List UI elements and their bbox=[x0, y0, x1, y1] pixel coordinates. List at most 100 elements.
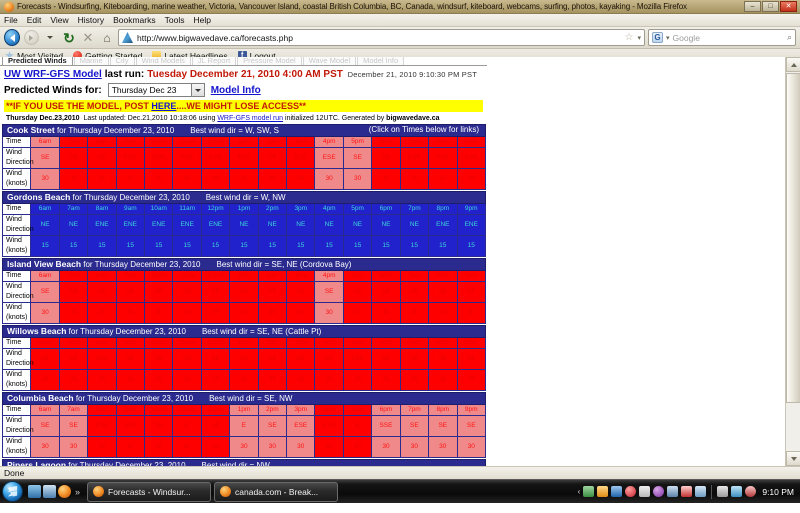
time-cell[interactable]: 9pm bbox=[456, 136, 486, 148]
time-cell[interactable]: 8pm bbox=[428, 203, 458, 215]
time-cell[interactable]: 7pm bbox=[399, 404, 430, 416]
time-cell[interactable]: 9pm bbox=[456, 404, 486, 416]
switch-window-icon[interactable] bbox=[43, 485, 56, 498]
time-cell[interactable]: 3pm bbox=[286, 404, 316, 416]
time-cell[interactable]: 2pm bbox=[257, 136, 288, 148]
tab-wind-models[interactable]: Wind Models bbox=[135, 57, 191, 65]
time-cell[interactable]: 6pm bbox=[371, 270, 401, 282]
time-cell[interactable]: 5pm bbox=[342, 270, 373, 282]
time-cell[interactable]: 7am bbox=[58, 337, 89, 349]
menu-view[interactable]: View bbox=[50, 15, 68, 25]
time-cell[interactable]: 11am bbox=[172, 136, 202, 148]
time-cell[interactable]: 6pm bbox=[371, 337, 401, 349]
time-cell[interactable]: 8pm bbox=[428, 270, 458, 282]
time-cell[interactable]: 6am bbox=[30, 203, 60, 215]
time-cell[interactable]: 8pm bbox=[428, 136, 458, 148]
taskbar-button-forecasts[interactable]: Forecasts - Windsur... bbox=[87, 481, 212, 502]
day-select-chevron-down-icon[interactable] bbox=[191, 83, 205, 97]
calendar-icon[interactable] bbox=[681, 486, 693, 497]
time-cell[interactable]: 3pm bbox=[286, 136, 316, 148]
search-icon[interactable]: ⌕ bbox=[787, 32, 792, 43]
quick-launch-overflow[interactable]: » bbox=[73, 487, 82, 497]
time-cell[interactable]: 9pm bbox=[456, 337, 486, 349]
time-cell[interactable]: 12pm bbox=[200, 337, 231, 349]
time-cell[interactable]: 6am bbox=[30, 270, 60, 282]
menu-edit[interactable]: Edit bbox=[27, 15, 42, 25]
time-cell[interactable]: 2pm bbox=[257, 203, 288, 215]
time-cell[interactable]: 8am bbox=[87, 270, 117, 282]
time-cell[interactable]: 8am bbox=[87, 203, 117, 215]
time-cell[interactable]: 7pm bbox=[399, 337, 430, 349]
time-cell[interactable]: 2pm bbox=[257, 270, 288, 282]
time-cell[interactable]: 10am bbox=[144, 404, 174, 416]
time-cell[interactable]: 3pm bbox=[286, 203, 316, 215]
reload-button[interactable]: ↻ bbox=[61, 30, 77, 46]
maximize-button[interactable]: □ bbox=[762, 1, 779, 12]
menu-help[interactable]: Help bbox=[193, 15, 210, 25]
menu-tools[interactable]: Tools bbox=[165, 15, 185, 25]
time-cell[interactable]: 6am bbox=[30, 136, 60, 148]
uw-wrf-gfs-model-link[interactable]: UW WRF-GFS Model bbox=[4, 69, 102, 80]
time-cell[interactable]: 6am bbox=[30, 404, 60, 416]
model-run-link[interactable]: WRF-GFS model run bbox=[217, 115, 283, 122]
volume-icon[interactable] bbox=[745, 486, 757, 497]
time-cell[interactable]: 2pm bbox=[257, 404, 288, 416]
time-cell[interactable]: 10am bbox=[144, 270, 174, 282]
minimize-button[interactable]: – bbox=[744, 1, 761, 12]
vertical-scroll-thumb[interactable] bbox=[786, 73, 800, 403]
forward-button[interactable] bbox=[23, 30, 39, 46]
media-icon[interactable] bbox=[653, 486, 665, 497]
time-cell[interactable]: 7am bbox=[58, 136, 89, 148]
time-cell[interactable]: 6am bbox=[30, 337, 60, 349]
tab-city[interactable]: City bbox=[109, 57, 135, 65]
menu-file[interactable]: File bbox=[4, 15, 18, 25]
antivirus-icon[interactable] bbox=[625, 486, 637, 497]
show-desktop-icon[interactable] bbox=[28, 485, 41, 498]
firefox-icon[interactable] bbox=[58, 485, 71, 498]
menu-history[interactable]: History bbox=[78, 15, 104, 25]
time-cell[interactable]: 9am bbox=[115, 404, 146, 416]
tab-marine[interactable]: Marine bbox=[73, 57, 109, 65]
stop-button[interactable]: ✕ bbox=[80, 30, 96, 46]
time-cell[interactable]: 11am bbox=[172, 270, 202, 282]
time-cell[interactable]: 10am bbox=[144, 203, 174, 215]
taskbar-button-canada-com[interactable]: canada.com - Break... bbox=[214, 481, 339, 502]
time-cell[interactable]: 7am bbox=[58, 404, 89, 416]
nav-history-dropdown[interactable] bbox=[42, 30, 58, 46]
time-cell[interactable]: 8pm bbox=[428, 404, 458, 416]
search-engine-chevron-icon[interactable]: ▾ bbox=[666, 34, 670, 42]
time-cell[interactable]: 4pm bbox=[314, 337, 344, 349]
tab-wave-model[interactable]: Wave Model bbox=[302, 57, 357, 65]
time-cell[interactable]: 12pm bbox=[200, 404, 231, 416]
model-info-link[interactable]: Model Info bbox=[211, 85, 261, 96]
tray-expand-chevron-icon[interactable]: ‹ bbox=[578, 487, 581, 496]
home-button[interactable]: ⌂ bbox=[99, 30, 115, 46]
menu-bookmarks[interactable]: Bookmarks bbox=[113, 15, 156, 25]
time-cell[interactable]: 8pm bbox=[428, 337, 458, 349]
time-cell[interactable]: 3pm bbox=[286, 337, 316, 349]
time-cell[interactable]: 5pm bbox=[342, 136, 373, 148]
time-cell[interactable]: 3pm bbox=[286, 270, 316, 282]
update-icon[interactable] bbox=[597, 486, 609, 497]
time-cell[interactable]: 5pm bbox=[342, 404, 373, 416]
time-cell[interactable]: 4pm bbox=[314, 203, 344, 215]
time-cell[interactable]: 8am bbox=[87, 136, 117, 148]
clock[interactable]: 9:10 PM bbox=[759, 487, 794, 497]
time-cell[interactable]: 9pm bbox=[456, 270, 486, 282]
time-cell[interactable]: 10am bbox=[144, 337, 174, 349]
time-cell[interactable]: 1pm bbox=[229, 203, 259, 215]
time-cell[interactable]: 9am bbox=[115, 136, 146, 148]
time-cell[interactable]: 7am bbox=[58, 270, 89, 282]
document-icon[interactable] bbox=[695, 486, 707, 497]
address-bar[interactable]: http://www.bigwavedave.ca/forecasts.php … bbox=[118, 29, 645, 46]
time-cell[interactable]: 4pm bbox=[314, 270, 344, 282]
time-cell[interactable]: 4pm bbox=[314, 404, 344, 416]
time-cell[interactable]: 6pm bbox=[371, 136, 401, 148]
time-cell[interactable]: 5pm bbox=[342, 337, 373, 349]
time-cell[interactable]: 9am bbox=[115, 337, 146, 349]
sync-icon[interactable] bbox=[667, 486, 679, 497]
time-cell[interactable]: 9pm bbox=[456, 203, 486, 215]
tab-jl-report[interactable]: JL Report bbox=[191, 57, 237, 65]
time-cell[interactable]: 1pm bbox=[229, 404, 259, 416]
time-cell[interactable]: 1pm bbox=[229, 270, 259, 282]
